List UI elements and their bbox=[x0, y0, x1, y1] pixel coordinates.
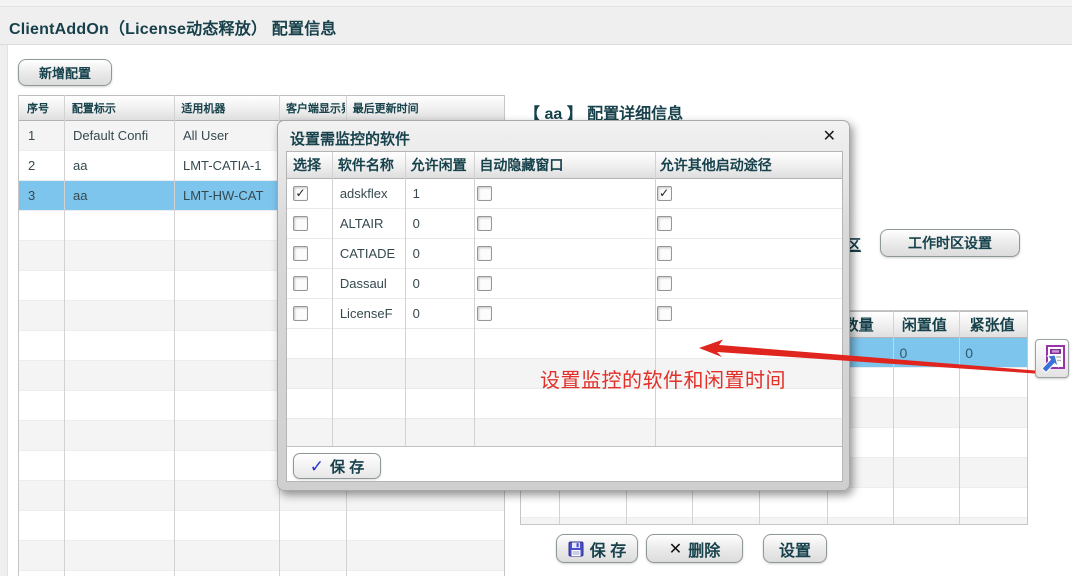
dialog-table-bottom-border bbox=[287, 446, 843, 447]
cell-seq: 1 bbox=[19, 121, 64, 150]
select-checkbox[interactable] bbox=[293, 216, 308, 231]
annotation-text: 设置监控的软件和闲置时间 bbox=[540, 364, 786, 393]
dialog-title: 设置需监控的软件 bbox=[290, 128, 410, 149]
app-screen: ClientAddOn（License动态释放） 配置信息 新增配置 【 aa … bbox=[0, 0, 1072, 576]
col-header-label: 配置标示 bbox=[64, 96, 174, 120]
grid-line bbox=[174, 95, 175, 576]
cell-label: aa bbox=[64, 181, 174, 210]
auto-hide-checkbox[interactable] bbox=[477, 216, 492, 231]
close-icon[interactable]: ✕ bbox=[823, 126, 836, 145]
select-checkbox[interactable]: ✓ bbox=[293, 186, 308, 201]
cell-software-name: LicenseF bbox=[332, 299, 405, 328]
cell-software-name: Dassaul bbox=[332, 269, 405, 298]
cell-label: aa bbox=[64, 151, 174, 180]
empty-table-row bbox=[287, 329, 842, 359]
cell-idle-minutes: 0 bbox=[405, 299, 474, 328]
col-header-updated: 最后更新时间 bbox=[345, 96, 504, 120]
add-config-label: 新增配置 bbox=[39, 63, 91, 82]
settings-label: 设置 bbox=[779, 537, 811, 561]
col-header-machine: 适用机器 bbox=[173, 96, 278, 120]
cell-seq: 3 bbox=[19, 181, 64, 210]
cell-software-name: ALTAIR bbox=[332, 209, 405, 238]
software-row[interactable]: ALTAIR 0 bbox=[287, 209, 842, 239]
other-launch-checkbox[interactable]: ✓ bbox=[657, 186, 672, 201]
delete-x-icon: ✕ bbox=[669, 539, 682, 558]
monitored-software-dialog: 设置需监控的软件 ✕ 选择 软件名称 允许闲置 自动隐藏窗口 允许其他启动途径 … bbox=[277, 120, 850, 491]
empty-table-row bbox=[287, 419, 842, 446]
add-config-button[interactable]: 新增配置 bbox=[18, 59, 112, 86]
config-table-header: 序号 配置标示 适用机器 客户端显示界i 最后更新时间 bbox=[19, 95, 504, 121]
timezone-settings-label: 工作时区设置 bbox=[908, 233, 992, 253]
settings-button[interactable]: 设置 bbox=[763, 534, 827, 563]
col-header-allow-idle: 允许闲置 bbox=[405, 152, 474, 178]
floppy-disk-icon bbox=[568, 541, 584, 557]
empty-table-row bbox=[19, 511, 504, 541]
grid-line bbox=[405, 152, 406, 446]
grid-line bbox=[655, 152, 656, 446]
empty-table-row bbox=[19, 541, 504, 571]
cell-tension-value: 0 bbox=[957, 338, 1027, 367]
auto-hide-checkbox[interactable] bbox=[477, 186, 492, 201]
timezone-settings-button[interactable]: 工作时区设置 bbox=[880, 229, 1020, 257]
other-launch-checkbox[interactable] bbox=[657, 306, 672, 321]
auto-hide-checkbox[interactable] bbox=[477, 306, 492, 321]
dialog-save-label: 保 存 bbox=[330, 456, 364, 477]
delete-button[interactable]: ✕ 删除 bbox=[646, 534, 743, 563]
dialog-table-rows: ✓ adskflex 1 ✓ ALTAIR 0 CATIADE 0 bbox=[287, 179, 842, 446]
col-header-seq: 序号 bbox=[19, 96, 64, 120]
grid-line bbox=[332, 152, 333, 446]
open-report-button[interactable] bbox=[1035, 339, 1069, 378]
software-row[interactable]: CATIADE 0 bbox=[287, 239, 842, 269]
software-row[interactable]: Dassaul 0 bbox=[287, 269, 842, 299]
cell-software-name: adskflex bbox=[332, 179, 405, 208]
other-launch-checkbox[interactable] bbox=[657, 216, 672, 231]
empty-table-row bbox=[521, 488, 1027, 518]
cell-seq: 2 bbox=[19, 151, 64, 180]
grid-line bbox=[893, 311, 894, 525]
select-checkbox[interactable] bbox=[293, 306, 308, 321]
col-header-idle: 闲置值 bbox=[892, 312, 958, 337]
check-icon: ✓ bbox=[310, 458, 324, 475]
col-header-software: 软件名称 bbox=[332, 152, 405, 178]
select-checkbox[interactable] bbox=[293, 276, 308, 291]
cell-idle-minutes: 0 bbox=[405, 209, 474, 238]
col-header-auto-hide: 自动隐藏窗口 bbox=[473, 152, 653, 178]
select-checkbox[interactable] bbox=[293, 246, 308, 261]
other-launch-checkbox[interactable] bbox=[657, 276, 672, 291]
empty-table-row bbox=[521, 518, 1027, 525]
grid-line bbox=[959, 311, 960, 525]
save-label: 保 存 bbox=[590, 537, 626, 561]
col-header-client: 客户端显示界i bbox=[278, 96, 345, 120]
cell-idle-minutes: 0 bbox=[405, 269, 474, 298]
delete-label: 删除 bbox=[688, 537, 720, 561]
cell-idle-minutes: 0 bbox=[405, 239, 474, 268]
document-arrow-icon bbox=[1038, 343, 1066, 375]
cell-machine: All User bbox=[174, 121, 279, 150]
cell-idle-minutes: 1 bbox=[405, 179, 474, 208]
left-gutter bbox=[0, 45, 8, 576]
col-header-tension: 紧张值 bbox=[957, 312, 1027, 337]
dialog-save-button[interactable]: ✓ 保 存 bbox=[293, 453, 381, 479]
software-row[interactable]: ✓ adskflex 1 ✓ bbox=[287, 179, 842, 209]
auto-hide-checkbox[interactable] bbox=[477, 246, 492, 261]
cell-label: Default Confi bbox=[64, 121, 174, 150]
cell-machine: LMT-HW-CAT bbox=[174, 181, 279, 210]
dialog-table-header: 选择 软件名称 允许闲置 自动隐藏窗口 允许其他启动途径 bbox=[287, 152, 842, 179]
cell-idle-value: 0 bbox=[892, 338, 958, 367]
col-header-other-launch: 允许其他启动途径 bbox=[654, 152, 842, 178]
grid-line bbox=[474, 152, 475, 446]
empty-table-row bbox=[287, 389, 842, 419]
grid-line bbox=[64, 95, 65, 576]
other-launch-checkbox[interactable] bbox=[657, 246, 672, 261]
dialog-content: 选择 软件名称 允许闲置 自动隐藏窗口 允许其他启动途径 ✓ adskflex … bbox=[286, 151, 843, 482]
software-row[interactable]: LicenseF 0 bbox=[287, 299, 842, 329]
cell-software-name: CATIADE bbox=[332, 239, 405, 268]
auto-hide-checkbox[interactable] bbox=[477, 276, 492, 291]
col-header-select: 选择 bbox=[287, 152, 332, 178]
top-strip bbox=[0, 0, 1072, 7]
save-button[interactable]: 保 存 bbox=[556, 534, 638, 563]
page-title: ClientAddOn（License动态释放） 配置信息 bbox=[9, 15, 337, 39]
cell-machine: LMT-CATIA-1 bbox=[174, 151, 279, 180]
